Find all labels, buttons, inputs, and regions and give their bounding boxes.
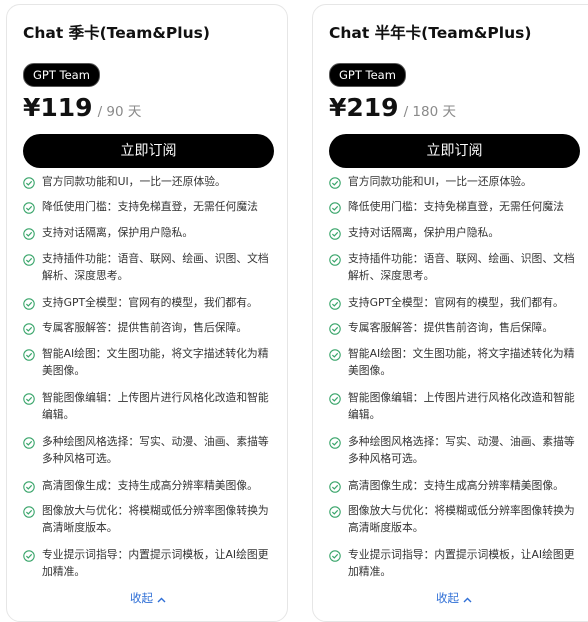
check-circle-icon <box>329 503 341 518</box>
check-circle-icon <box>23 478 35 493</box>
feature-text: 智能AI绘图：文生图功能，将文字描述转化为精美图像。 <box>42 347 269 377</box>
feature-text: 支持GPT全模型：官网有的模型，我们都有。 <box>348 296 564 309</box>
check-circle-icon <box>23 199 35 214</box>
check-circle-icon <box>23 295 35 310</box>
price-row: ¥219/ 180 天 <box>329 93 456 122</box>
check-circle-icon <box>23 547 35 562</box>
plan-price: ¥219 <box>329 93 399 122</box>
check-circle-icon <box>23 503 35 518</box>
feature-text: 支持插件功能：语音、联网、绘画、识图、文档解析、深度思考。 <box>348 252 575 282</box>
plan-card-half-year: Chat 半年卡(Team&Plus) GPT Team ¥219/ 180 天… <box>312 4 588 622</box>
check-circle-icon <box>23 390 35 405</box>
price-row: ¥119/ 90 天 <box>23 93 141 122</box>
check-circle-icon <box>23 346 35 361</box>
check-circle-icon <box>329 225 341 240</box>
feature-text: 支持GPT全模型：官网有的模型，我们都有。 <box>42 296 258 309</box>
feature-text: 图像放大与优化：将模糊或低分辨率图像转换为高清晰度版本。 <box>348 504 575 534</box>
collapse-link[interactable]: 收起 <box>7 590 289 606</box>
plan-card-quarterly: Chat 季卡(Team&Plus) GPT Team ¥119/ 90 天 立… <box>6 4 288 622</box>
feature-text: 多种绘图风格选择：写实、动漫、油画、素描等多种风格可选。 <box>42 435 269 465</box>
plan-title: Chat 季卡(Team&Plus) <box>23 24 210 42</box>
chevron-up-icon <box>157 592 166 606</box>
plan-price: ¥119 <box>23 93 93 122</box>
collapse-link[interactable]: 收起 <box>313 590 588 606</box>
check-circle-icon <box>23 251 35 266</box>
check-circle-icon <box>329 174 341 189</box>
check-circle-icon <box>23 174 35 189</box>
feature-text: 专属客服解答：提供售前咨询，售后保障。 <box>348 321 554 334</box>
check-circle-icon <box>329 390 341 405</box>
feature-text: 官方同款功能和UI，一比一还原体验。 <box>348 175 532 188</box>
check-circle-icon <box>329 199 341 214</box>
check-circle-icon <box>329 320 341 335</box>
feature-text: 降低使用门槛：支持免梯直登，无需任何魔法 <box>348 200 564 213</box>
feature-text: 高清图像生成：支持生成高分辨率精美图像。 <box>348 479 564 492</box>
feature-text: 多种绘图风格选择：写实、动漫、油画、素描等多种风格可选。 <box>348 435 575 465</box>
feature-text: 图像放大与优化：将模糊或低分辨率图像转换为高清晰度版本。 <box>42 504 269 534</box>
feature-text: 降低使用门槛：支持免梯直登，无需任何魔法 <box>42 200 258 213</box>
collapse-label: 收起 <box>130 591 153 605</box>
feature-text: 智能AI绘图：文生图功能，将文字描述转化为精美图像。 <box>348 347 575 377</box>
check-circle-icon <box>329 251 341 266</box>
feature-text: 专业提示词指导：内置提示词模板，让AI绘图更加精准。 <box>42 548 269 578</box>
plan-period: / 180 天 <box>403 104 456 120</box>
feature-text: 支持对话隔离，保护用户隐私。 <box>42 226 194 239</box>
check-circle-icon <box>23 225 35 240</box>
check-circle-icon <box>329 346 341 361</box>
collapse-label: 收起 <box>436 591 459 605</box>
subscribe-button[interactable]: 立即订阅 <box>23 134 274 168</box>
check-circle-icon <box>329 434 341 449</box>
chevron-up-icon <box>463 592 472 606</box>
feature-text: 智能图像编辑：上传图片进行风格化改造和智能编辑。 <box>348 391 575 421</box>
check-circle-icon <box>329 547 341 562</box>
plan-period: / 90 天 <box>97 104 142 120</box>
feature-text: 专业提示词指导：内置提示词模板，让AI绘图更加精准。 <box>348 548 575 578</box>
check-circle-icon <box>329 295 341 310</box>
check-circle-icon <box>329 478 341 493</box>
feature-text: 支持插件功能：语音、联网、绘画、识图、文档解析、深度思考。 <box>42 252 269 282</box>
subscribe-button[interactable]: 立即订阅 <box>329 134 580 168</box>
feature-text: 官方同款功能和UI，一比一还原体验。 <box>42 175 226 188</box>
plan-title: Chat 半年卡(Team&Plus) <box>329 24 532 42</box>
plan-badge: GPT Team <box>23 63 100 87</box>
plan-badge: GPT Team <box>329 63 406 87</box>
check-circle-icon <box>23 320 35 335</box>
check-circle-icon <box>23 434 35 449</box>
feature-text: 专属客服解答：提供售前咨询，售后保障。 <box>42 321 248 334</box>
feature-text: 智能图像编辑：上传图片进行风格化改造和智能编辑。 <box>42 391 269 421</box>
feature-text: 高清图像生成：支持生成高分辨率精美图像。 <box>42 479 258 492</box>
feature-text: 支持对话隔离，保护用户隐私。 <box>348 226 500 239</box>
